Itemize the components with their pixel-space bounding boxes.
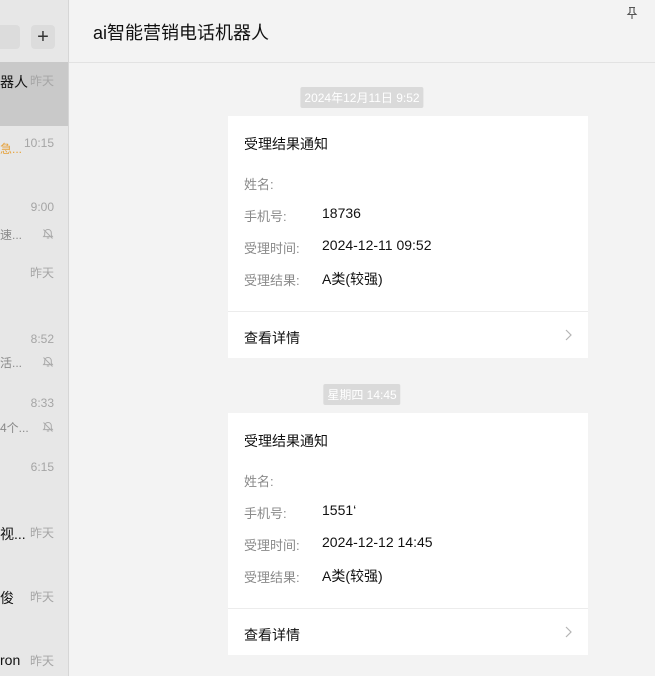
accept-time-label: 受理时间: xyxy=(244,538,300,553)
notification-card: 受理结果通知 姓名: 手机号: 18736 受理时间: 2024-12-11 0… xyxy=(228,116,588,358)
conversation-preview: 活... xyxy=(0,356,23,370)
accept-result-value: A类(较强) xyxy=(322,568,383,584)
search-input[interactable] xyxy=(0,25,20,49)
name-label: 姓名: xyxy=(244,474,274,489)
conversation-time: 8:52 xyxy=(30,332,54,346)
conversation-title: ron xyxy=(0,652,21,668)
chevron-right-icon xyxy=(565,626,572,638)
accept-result-value: A类(较强) xyxy=(322,271,383,287)
chat-header: ai智能营销电话机器人 xyxy=(69,0,655,63)
chevron-right-icon xyxy=(565,329,572,341)
card-title: 受理结果通知 xyxy=(244,433,328,449)
conversation-time: 9:00 xyxy=(30,200,54,214)
pin-icon[interactable] xyxy=(625,6,639,20)
conversation-time: 昨天 xyxy=(29,266,54,280)
mute-bell-icon xyxy=(42,228,54,239)
mute-bell-icon xyxy=(42,421,54,432)
phone-value: 18736 xyxy=(322,205,361,221)
message-timestamp: 2024年12月11日 9:52 xyxy=(300,87,424,108)
phone-label: 手机号: xyxy=(244,209,287,224)
add-button[interactable]: + xyxy=(31,25,55,49)
message-timestamp: 星期四 14:45 xyxy=(323,384,401,405)
phone-value: 1551‘ xyxy=(322,502,357,518)
accept-time-value: 2024-12-12 14:45 xyxy=(322,534,433,550)
conversation-item[interactable]: 器人 昨天 xyxy=(0,62,68,126)
phone-label: 手机号: xyxy=(244,506,287,521)
accept-time-value: 2024-12-11 09:52 xyxy=(322,237,432,253)
conversation-time: 10:15 xyxy=(23,136,54,150)
conversation-item[interactable]: 视... 昨天 xyxy=(0,510,68,574)
card-title: 受理结果通知 xyxy=(244,136,328,152)
accept-time-label: 受理时间: xyxy=(244,241,300,256)
card-divider xyxy=(228,608,588,609)
conversation-item[interactable]: 昨天 xyxy=(0,254,68,318)
conversation-time: 昨天 xyxy=(29,590,54,604)
conversation-time: 昨天 xyxy=(29,654,54,668)
conversation-time: 8:33 xyxy=(30,396,54,410)
chat-main: ai智能营销电话机器人 2024年12月11日 9:52 受理结果通知 姓名: … xyxy=(69,0,655,676)
notification-card: 受理结果通知 姓名: 手机号: 1551‘ 受理时间: 2024-12-12 1… xyxy=(228,413,588,655)
conversation-item[interactable]: 8:33 4个... xyxy=(0,382,68,446)
conversation-item[interactable]: 6:15 xyxy=(0,446,68,510)
view-details-link[interactable]: 查看详情 xyxy=(244,625,300,645)
view-details-link[interactable]: 查看详情 xyxy=(244,328,300,348)
card-divider xyxy=(228,311,588,312)
accept-result-label: 受理结果: xyxy=(244,273,300,288)
conversation-item[interactable]: 8:52 活... xyxy=(0,318,68,382)
conversation-title: 视... xyxy=(0,526,26,542)
name-label: 姓名: xyxy=(244,177,274,192)
conversation-title: 器人 xyxy=(0,74,28,90)
conversation-item[interactable]: 10:15 急... xyxy=(0,126,68,190)
conversation-preview: 急... xyxy=(0,142,23,156)
chat-title: ai智能营销电话机器人 xyxy=(93,23,270,43)
conversation-time: 昨天 xyxy=(29,526,54,540)
conversation-time: 6:15 xyxy=(30,460,54,474)
chat-list-sidebar: + 器人 昨天 10:15 急... 9:00 速... 昨天 8:52 活..… xyxy=(0,0,69,676)
conversation-title: 俊 xyxy=(0,590,14,606)
conversation-time: 昨天 xyxy=(29,74,54,88)
accept-result-label: 受理结果: xyxy=(244,570,300,585)
mute-bell-icon xyxy=(42,356,54,367)
conversation-item[interactable]: ron 昨天 xyxy=(0,638,68,676)
conversation-preview: 速... xyxy=(0,228,23,242)
conversation-preview: 4个... xyxy=(0,421,29,435)
conversation-item[interactable]: 9:00 速... xyxy=(0,190,68,254)
conversation-item[interactable]: 俊 昨天 xyxy=(0,574,68,638)
